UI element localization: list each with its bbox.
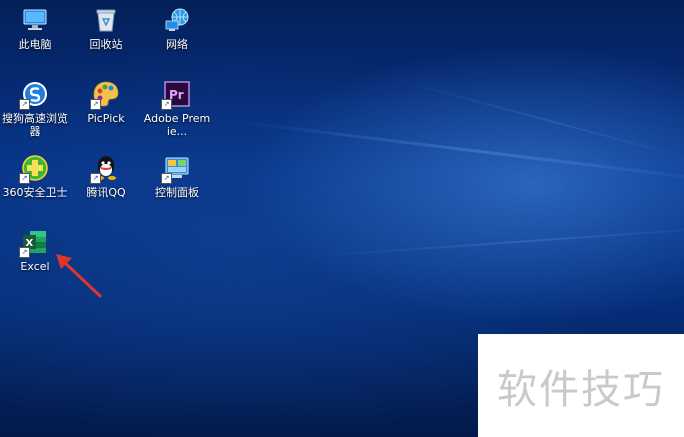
desktop-icon-adobe-premiere[interactable]: Pr ↗ Adobe Premie... — [143, 80, 211, 138]
desktop-icon-label: 搜狗高速浏览器 — [2, 112, 68, 138]
picpick-icon: ↗ — [90, 80, 120, 110]
network-icon — [163, 6, 191, 34]
wallpaper-light-beam — [385, 76, 684, 166]
sogou-browser-icon: ↗ — [19, 80, 49, 110]
shortcut-arrow-icon: ↗ — [19, 173, 30, 184]
desktop-icon-360-security[interactable]: ↗ 360安全卫士 — [1, 154, 69, 199]
shortcut-arrow-icon: ↗ — [161, 173, 172, 184]
wallpaper-light-beam — [221, 118, 684, 185]
watermark: 软件技巧 — [478, 334, 684, 437]
desktop-icon-label: 网络 — [166, 38, 188, 51]
desktop-icon-label: 回收站 — [89, 38, 123, 51]
desktop-icon-qq[interactable]: ↗ 腾讯QQ — [72, 154, 140, 199]
excel-icon: X ↗ — [19, 228, 49, 258]
shortcut-arrow-icon: ↗ — [90, 99, 101, 110]
desktop-icon-label: 360安全卫士 — [2, 186, 68, 199]
desktop-icon-label: 此电脑 — [18, 38, 52, 51]
control-panel-icon: ↗ — [161, 154, 191, 184]
watermark-text: 软件技巧 — [497, 366, 665, 413]
desktop-icon-control-panel[interactable]: ↗ 控制面板 — [143, 154, 211, 199]
computer-icon — [21, 6, 49, 34]
desktop-icon-network[interactable]: 网络 — [143, 6, 211, 51]
qq-icon: ↗ — [90, 154, 120, 184]
shortcut-arrow-icon: ↗ — [19, 99, 30, 110]
desktop-icon-this-pc[interactable]: 此电脑 — [1, 6, 69, 51]
desktop-icon-sogou-browser[interactable]: ↗ 搜狗高速浏览器 — [1, 80, 69, 138]
desktop-icon-label: Excel — [20, 260, 50, 273]
wallpaper-light-beam — [300, 223, 684, 259]
360-security-icon: ↗ — [19, 154, 49, 184]
desktop-icon-label: 腾讯QQ — [86, 186, 126, 199]
desktop-icon-label: 控制面板 — [155, 186, 199, 199]
recycle-bin-icon — [92, 6, 120, 34]
desktop-icon-recycle-bin[interactable]: 回收站 — [72, 6, 140, 51]
shortcut-arrow-icon: ↗ — [19, 247, 30, 258]
desktop-icon-picpick[interactable]: ↗ PicPick — [72, 80, 140, 125]
shortcut-arrow-icon: ↗ — [161, 99, 172, 110]
desktop-icon-label: PicPick — [87, 112, 125, 125]
shortcut-arrow-icon: ↗ — [90, 173, 101, 184]
desktop-icon-label: Adobe Premie... — [143, 112, 211, 138]
adobe-premiere-icon: Pr ↗ — [161, 80, 191, 110]
annotation-arrow-icon — [56, 254, 102, 298]
